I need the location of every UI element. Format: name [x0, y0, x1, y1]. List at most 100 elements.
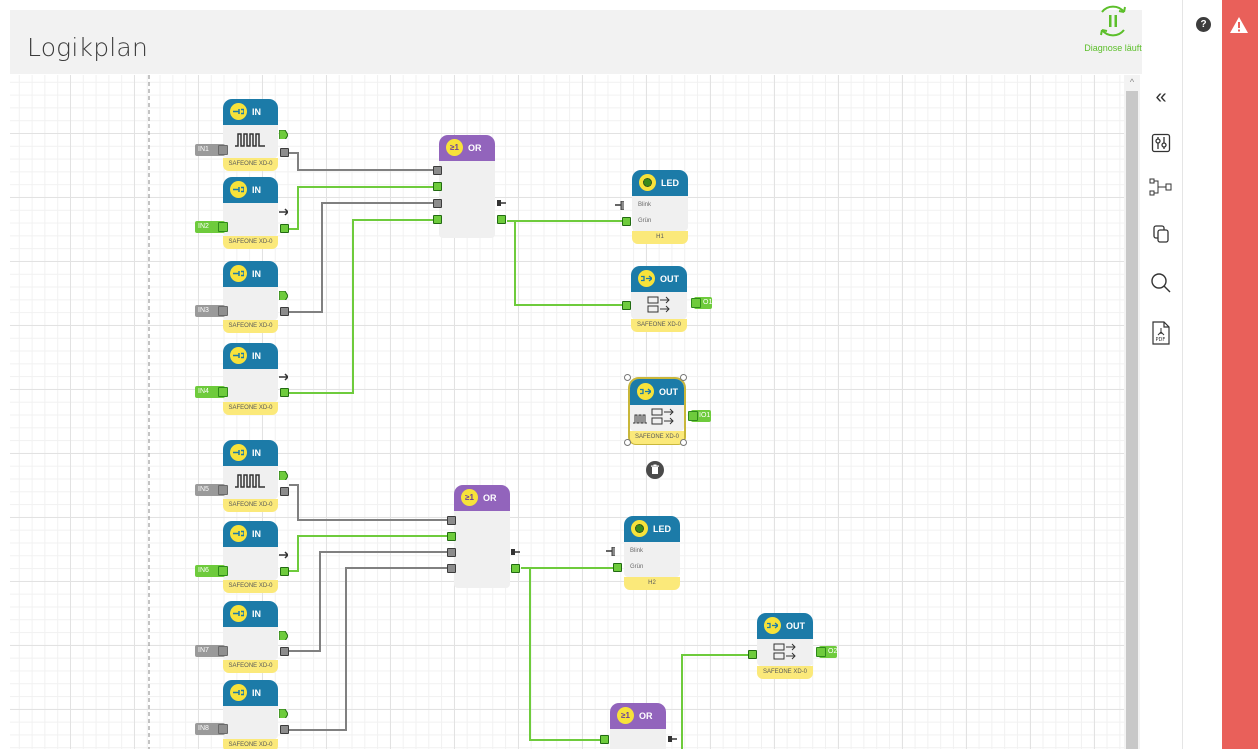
input-block-in2[interactable]: IN SAFEONE XD-0 [223, 177, 278, 249]
input-port[interactable] [433, 215, 442, 224]
output-block-io1[interactable]: OUT SAFEONE XD-0 [628, 377, 686, 445]
input-block-in7[interactable]: IN SAFEONE XD-0 [223, 601, 278, 673]
block-header: IN [223, 680, 278, 706]
block-header: IN [223, 521, 278, 547]
settings-sliders-button[interactable] [1148, 130, 1174, 156]
diagnosis-status[interactable]: Diagnose läuft [1077, 4, 1149, 53]
output-port[interactable] [279, 208, 288, 217]
input-port[interactable] [622, 217, 631, 226]
input-block-in3[interactable]: IN SAFEONE XD-0 [223, 261, 278, 333]
help-button[interactable]: ? [1196, 17, 1211, 32]
block-title: OR [639, 711, 653, 721]
or-block-3[interactable]: ≥1 OR [610, 703, 666, 749]
or-block-1[interactable]: ≥1 OR [439, 135, 495, 239]
copy-button[interactable] [1148, 221, 1174, 247]
input-port[interactable] [447, 548, 456, 557]
resize-handle[interactable] [680, 439, 687, 446]
block-header: ≥1 OR [439, 135, 495, 161]
input-tag: IN5 [195, 484, 228, 496]
input-block-in5[interactable]: IN SAFEONE XD-0 [223, 440, 278, 512]
panel-divider [1182, 0, 1183, 749]
block-header: OUT [631, 266, 687, 292]
input-port[interactable] [615, 201, 624, 210]
input-block-in4[interactable]: IN SAFEONE XD-0 [223, 343, 278, 415]
output-port[interactable] [279, 291, 288, 300]
input-port[interactable] [606, 547, 615, 556]
output-port[interactable] [280, 725, 289, 734]
output-port[interactable] [279, 631, 288, 640]
output-port[interactable] [280, 567, 289, 576]
device-label: SAFEONE XD-0 [223, 236, 278, 249]
output-port[interactable] [279, 709, 288, 718]
input-port[interactable] [433, 182, 442, 191]
block-title: LED [653, 524, 671, 534]
or-block-2[interactable]: ≥1 OR [454, 485, 510, 589]
vertical-scrollbar[interactable]: ^ [1124, 75, 1140, 749]
block-body: Blink Grün [632, 196, 688, 231]
resize-handle[interactable] [680, 374, 687, 381]
input-port[interactable] [433, 166, 442, 175]
input-port[interactable] [447, 532, 456, 541]
output-port[interactable] [280, 647, 289, 656]
input-block-in6[interactable]: IN SAFEONE XD-0 [223, 521, 278, 593]
wire-in7-or2 [289, 551, 447, 652]
block-body [223, 125, 278, 158]
input-port[interactable] [447, 564, 456, 573]
pulse-signal-icon [235, 133, 265, 147]
collapse-panel-button[interactable]: « [1148, 84, 1174, 110]
output-port[interactable] [668, 735, 677, 744]
block-title: OUT [786, 621, 805, 631]
scroll-up-arrow-icon[interactable]: ^ [1124, 75, 1140, 89]
block-header: IN [223, 99, 278, 125]
wire-in1-or1 [289, 152, 433, 171]
connect-blocks-button[interactable] [1148, 174, 1174, 200]
resize-handle[interactable] [624, 374, 631, 381]
output-port[interactable] [511, 564, 520, 573]
input-port[interactable] [748, 650, 757, 659]
pdf-export-button[interactable]: PDF [1148, 320, 1174, 346]
output-port[interactable] [279, 471, 288, 480]
output-port[interactable] [280, 148, 289, 157]
input-port[interactable] [622, 301, 631, 310]
device-label: SAFEONE XD-0 [223, 660, 278, 673]
output-port[interactable] [279, 130, 288, 139]
input-port[interactable] [447, 516, 456, 525]
resize-handle[interactable] [624, 439, 631, 446]
alert-sidebar[interactable] [1222, 0, 1258, 749]
output-port[interactable] [280, 224, 289, 233]
output-port[interactable] [511, 548, 520, 557]
output-port[interactable] [279, 551, 288, 560]
block-body [223, 706, 278, 739]
block-body [223, 203, 278, 236]
wire-or1-out1 [507, 220, 622, 306]
led-icon [631, 520, 648, 537]
output-port[interactable] [497, 199, 506, 208]
device-label: SAFEONE XD-0 [757, 666, 813, 679]
or-gate-icon: ≥1 [446, 139, 463, 156]
output-tag: IO1 [688, 410, 711, 422]
input-block-in1[interactable]: IN SAFEONE XD-0 [223, 99, 278, 171]
led-block-h1[interactable]: LED Blink Grün H1 [632, 170, 688, 244]
input-port[interactable] [613, 563, 622, 572]
output-port[interactable] [497, 215, 506, 224]
led-block-h2[interactable]: LED Blink Grün H2 [624, 516, 680, 590]
output-port[interactable] [280, 307, 289, 316]
input-port[interactable] [433, 199, 442, 208]
input-port[interactable] [600, 735, 609, 744]
output-port[interactable] [280, 388, 289, 397]
search-button[interactable] [1148, 270, 1174, 296]
output-block-o2[interactable]: OUT SAFEONE XD-0 [757, 613, 813, 679]
input-tag: IN3 [195, 305, 228, 317]
output-port[interactable] [280, 487, 289, 496]
delete-button[interactable] [646, 461, 664, 479]
wire-in5-or2 [289, 484, 447, 521]
output-port[interactable] [279, 373, 288, 382]
input-block-in8[interactable]: IN SAFEONE XD-0 [223, 680, 278, 749]
device-label: SAFEONE XD-0 [223, 320, 278, 333]
scrollbar-thumb[interactable] [1126, 91, 1138, 749]
output-block-o1[interactable]: OUT SAFEONE XD-0 [631, 266, 687, 332]
logic-canvas[interactable]: IN SAFEONE XD-0 IN1 IN SAFEONE XD-0 IN2 [10, 75, 1124, 749]
block-title: LED [661, 178, 679, 188]
input-icon [230, 265, 247, 282]
connect-blocks-icon [1149, 178, 1172, 196]
